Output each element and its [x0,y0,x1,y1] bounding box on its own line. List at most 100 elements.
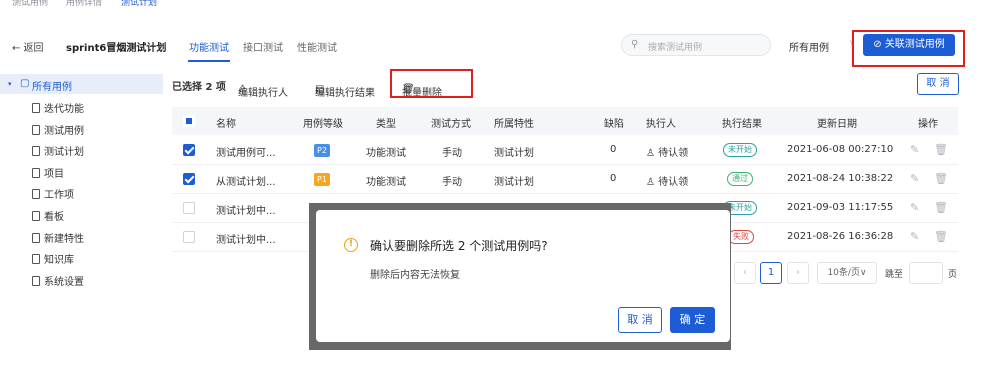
sidebar-item-label: 工作项 [44,190,74,201]
table-header: 名称 用例等级 类型 测试方式 所属特性 缺陷 执行人 执行结果 更新日期 操作 [172,107,958,135]
edit-icon[interactable]: ✎ [910,201,919,214]
case-method: 手动 [442,148,462,159]
col-level[interactable]: 用例等级 [303,115,343,130]
search-input[interactable]: ⚲ 搜索测试用例 [621,34,771,56]
executor-label: 待认领 [658,177,689,188]
table-row[interactable]: 测试用例可... P2 功能测试 手动 测试计划 0 ♙ 待认领 未开始 202… [172,136,958,165]
col-result[interactable]: 执行结果 [722,115,762,130]
crumb-cases[interactable]: 测试用例 [12,0,48,8]
sidebar-item-label: 测试用例 [44,126,84,137]
dialog-title: 确认要删除所选 2 个测试用例吗? [370,239,548,253]
sidebar-root-label: 所有用例 [32,82,72,93]
jump-page-input[interactable] [909,262,943,284]
case-type: 功能测试 [366,177,406,188]
delete-icon[interactable]: 🗑 [934,143,948,156]
chevron-down-icon: ∨ [859,268,867,278]
document-icon [32,168,40,178]
dialog-cancel-button[interactable]: 取 消 [618,307,662,333]
sidebar-item-board[interactable]: 看板 [32,208,64,223]
row-checkbox[interactable] [183,144,195,156]
col-executor[interactable]: 执行人 [646,115,676,130]
page-number[interactable]: 1 [760,262,782,284]
case-filter-select[interactable]: 所有用例 ∨ [785,34,855,56]
case-name[interactable]: 测试计划中... [216,231,276,246]
case-executor[interactable]: ♙ 待认领 [646,144,688,159]
tab-api-test[interactable]: 接口测试 [243,39,283,54]
sidebar-item-new-feature[interactable]: 新建特性 [32,230,84,245]
search-icon: ⚲ [631,39,639,50]
delete-icon[interactable]: 🗑 [934,172,948,185]
case-executor[interactable]: ♙ 待认领 [646,173,688,188]
case-name[interactable]: 从测试计划... [216,173,276,188]
case-method: 手动 [442,177,462,188]
crumb-case-detail[interactable]: 用例详情 [66,0,102,8]
delete-icon[interactable]: 🗑 [934,201,948,214]
sidebar-item-all-cases[interactable]: ▾ ▢ 所有用例 [0,74,163,94]
update-date: 2021-08-24 10:38:22 [787,173,894,184]
document-icon [32,125,40,135]
sidebar-item-project[interactable]: 项目 [32,165,64,180]
tab-functional-test[interactable]: 功能测试 [189,39,229,54]
crumb-test-plan[interactable]: 测试计划 [121,0,157,8]
update-date: 2021-09-03 11:17:55 [787,202,894,213]
user-icon: ♙ [646,177,659,188]
case-name[interactable]: 测试用例可... [216,144,276,159]
plan-title: sprint6冒烟测试计划 [66,43,167,54]
sidebar-item-label: 系统设置 [44,277,84,288]
document-icon [32,103,40,113]
case-bugs: 0 [610,144,617,155]
sidebar-item-work-item[interactable]: 工作项 [32,186,74,201]
row-checkbox[interactable] [183,231,195,243]
edit-icon[interactable]: ✎ [910,172,919,185]
tab-performance-test[interactable]: 性能测试 [297,39,337,54]
col-feature[interactable]: 所属特性 [494,115,534,130]
sidebar: ▾ ▢ 所有用例 迭代功能 测试用例 测试计划 项目 工作项 看板 新建特性 知… [0,72,163,292]
folder-icon: ▢ [20,78,30,89]
level-badge: P1 [314,173,330,186]
col-type[interactable]: 类型 [376,115,396,130]
col-bugs[interactable]: 缺陷 [604,115,624,130]
user-icon: ♙ [646,148,659,159]
top-breadcrumb: 测试用例 用例详情 测试计划 [0,0,991,22]
update-date: 2021-06-08 00:27:10 [787,144,894,155]
edit-icon[interactable]: ✎ [910,230,919,243]
plan-header: ← 返回 sprint6冒烟测试计划 功能测试 接口测试 性能测试 ⚲ 搜索测试… [0,28,991,64]
sidebar-item-knowledge-base[interactable]: 知识库 [32,251,74,266]
case-filter-value: 所有用例 [789,43,829,54]
dialog-confirm-button[interactable]: 确 定 [670,307,715,333]
case-name[interactable]: 测试计划中... [216,202,276,217]
back-button[interactable]: ← 返回 [12,39,44,54]
cancel-selection-button[interactable]: 取 消 [917,73,959,95]
next-page-button[interactable]: › [787,262,809,284]
sidebar-item-label: 看板 [44,212,64,223]
result-badge: 失败 [728,230,754,244]
prev-page-button[interactable]: ‹ [734,262,756,284]
sidebar-item-label: 测试计划 [44,147,84,158]
row-checkbox[interactable] [183,202,195,214]
col-date[interactable]: 更新日期 [817,115,857,130]
document-icon [32,276,40,286]
table-row[interactable]: 从测试计划... P1 功能测试 手动 测试计划 0 ♙ 待认领 通过 2021… [172,165,958,194]
jump-label: 跳至 [885,270,904,280]
highlight-batch-delete [390,69,473,98]
sidebar-item-iteration[interactable]: 迭代功能 [32,100,84,115]
col-name[interactable]: 名称 [216,115,236,130]
dialog-message: 删除后内容无法恢复 [370,270,460,281]
sidebar-item-test-cases[interactable]: 测试用例 [32,122,84,137]
result-badge: 未开始 [723,143,757,157]
warning-icon: ! [344,238,358,252]
sidebar-item-settings[interactable]: 系统设置 [32,273,84,288]
batch-toolbar: 已选择 2 项 ♙ 编辑执行人 ▤ 编辑执行结果 🗑 批量删除 取 消 [172,72,962,100]
row-checkbox[interactable] [183,173,195,185]
select-all-checkbox[interactable] [183,115,195,127]
col-method[interactable]: 测试方式 [431,115,471,130]
case-feature: 测试计划 [494,148,534,159]
delete-icon[interactable]: 🗑 [934,230,948,243]
page-size-select[interactable]: 10条/页∨ [817,262,877,284]
highlight-link-button [852,30,965,67]
case-feature: 测试计划 [494,177,534,188]
edit-icon[interactable]: ✎ [910,143,919,156]
page-size-value: 10条/页 [827,268,860,278]
document-icon [32,146,40,156]
sidebar-item-test-plan[interactable]: 测试计划 [32,143,84,158]
